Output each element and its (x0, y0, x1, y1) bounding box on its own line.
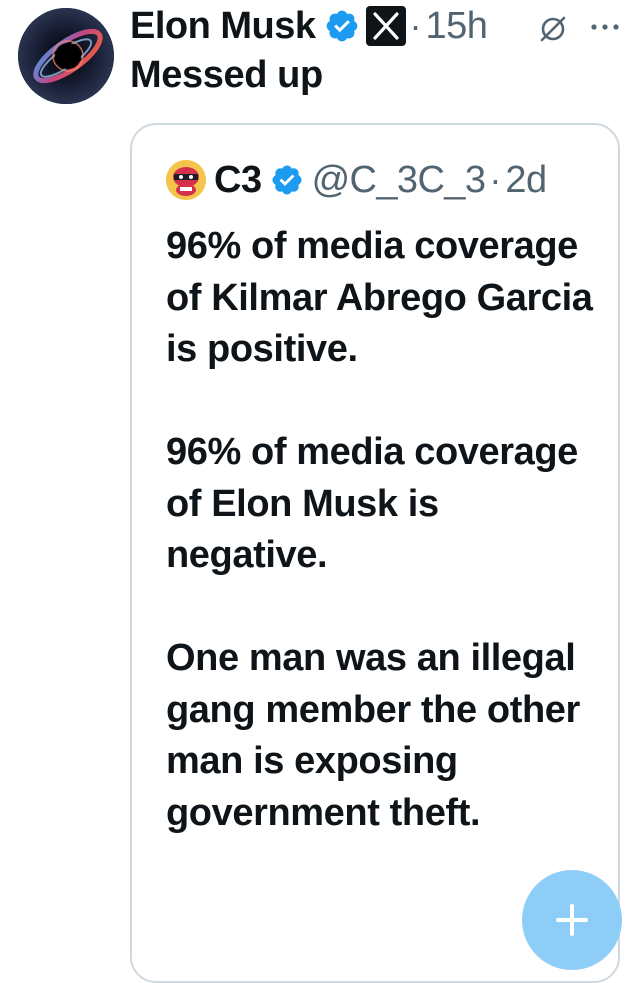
x-logo-icon (365, 6, 406, 46)
separator-dot: · (409, 5, 422, 46)
tweet-header: Elon Musk · 15h (130, 0, 488, 52)
quoted-tweet-timestamp[interactable]: 2d (505, 159, 547, 202)
quoted-author-avatar[interactable] (166, 160, 206, 200)
more-options-icon[interactable] (588, 10, 622, 44)
black-hole-image (18, 8, 114, 104)
quoted-author-handle[interactable]: @C_3C_3 (312, 159, 486, 202)
grok-icon[interactable] (536, 12, 570, 46)
quoted-paragraph: 96% of media coverage of Elon Musk is ne… (166, 431, 578, 576)
quoted-tweet-text: 96% of media coverage of Kilmar Abrego G… (166, 221, 606, 891)
quoted-tweet-card[interactable]: C3 @C_3C_3 · 2d 96% of media coverage of… (130, 123, 620, 983)
quoted-author-name[interactable]: C3 (214, 159, 262, 202)
author-name[interactable]: Elon Musk (130, 5, 316, 48)
tweet-text: Messed up (130, 54, 323, 96)
compose-button[interactable] (522, 870, 622, 970)
tweet-timestamp[interactable]: 15h (426, 5, 488, 48)
verified-badge-icon[interactable] (270, 163, 304, 197)
verified-badge-icon[interactable] (324, 8, 360, 44)
quoted-tweet-header: C3 @C_3C_3 · 2d (166, 157, 547, 203)
quoted-paragraph: 96% of media coverage of Kilmar Abrego G… (166, 225, 593, 370)
separator-dot: · (489, 159, 502, 200)
author-avatar[interactable] (18, 8, 114, 104)
quoted-paragraph: One man was an illegal gang member the o… (166, 637, 580, 834)
plus-icon (556, 904, 588, 936)
